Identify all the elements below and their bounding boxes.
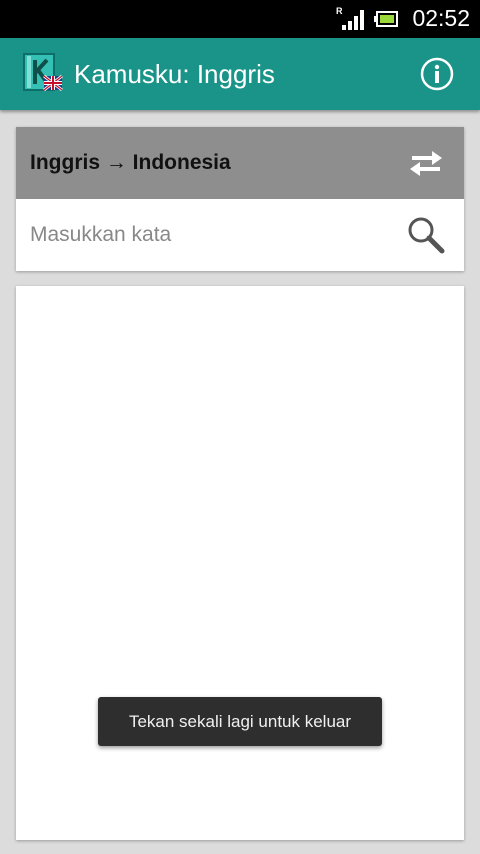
app-title: Kamusku: Inggris [74, 59, 275, 89]
signal-icon: R [336, 6, 364, 30]
language-direction-label: Inggris → Indonesia [30, 151, 231, 174]
battery-icon [374, 11, 398, 27]
result-panel [16, 286, 464, 840]
swap-arrows-icon[interactable] [406, 149, 446, 177]
status-bar: R 02:52 [0, 0, 480, 38]
search-icon[interactable] [406, 215, 446, 255]
app-logo-icon [23, 53, 63, 92]
status-time: 02:52 [412, 5, 470, 31]
language-selector[interactable]: Inggris → Indonesia [16, 127, 464, 199]
toast-message: Tekan sekali lagi untuk keluar [98, 697, 382, 746]
roaming-indicator: R [336, 6, 343, 16]
action-bar: Kamusku: Inggris [0, 38, 480, 110]
info-icon[interactable] [420, 57, 454, 91]
search-card: Inggris → Indonesia [16, 127, 464, 271]
search-input[interactable] [16, 199, 396, 271]
